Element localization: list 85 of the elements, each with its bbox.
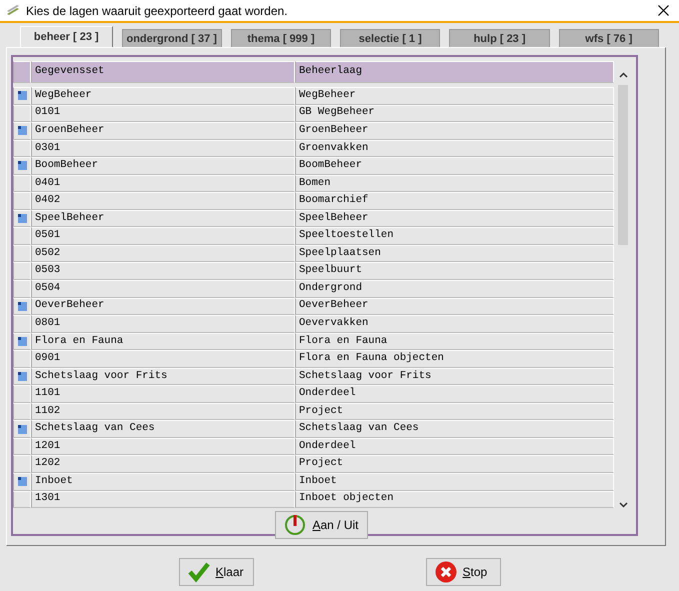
table-cell: WegBeheer xyxy=(31,87,295,105)
row-header[interactable] xyxy=(13,87,31,105)
table-cell: Flora en Fauna xyxy=(31,332,295,350)
table-cell: Inboet xyxy=(31,473,295,491)
table-cell: 0401 xyxy=(31,174,295,192)
table-cell: BoomBeheer xyxy=(295,157,614,175)
table-cell: WegBeheer xyxy=(295,87,614,105)
table-cell: SpeelBeheer xyxy=(31,210,295,228)
table-cell: 0502 xyxy=(31,244,295,262)
table-cell: GroenBeheer xyxy=(295,122,614,140)
layer-group-icon xyxy=(18,126,26,136)
row-header[interactable] xyxy=(13,157,31,175)
row-header[interactable] xyxy=(13,298,31,316)
tab[interactable]: selectie [ 1 ] xyxy=(340,29,440,47)
layer-group-icon xyxy=(18,372,26,382)
row-header[interactable] xyxy=(13,332,31,350)
row-header[interactable] xyxy=(13,210,31,228)
table-cell: Speelbuurt xyxy=(295,262,614,280)
table-cell: Oevervakken xyxy=(295,315,614,333)
column-header[interactable]: Gegevensset xyxy=(31,61,295,83)
table-cell: 1301 xyxy=(31,490,295,508)
toggle-button[interactable]: Aan / Uit xyxy=(275,511,368,540)
table-cell: SpeelBeheer xyxy=(295,210,614,228)
table-cell: Speeltoestellen xyxy=(295,227,614,245)
layer-group-icon xyxy=(18,91,26,100)
table-cell: Schetslaag van Cees xyxy=(295,420,614,438)
tab[interactable]: thema [ 999 ] xyxy=(230,29,332,47)
tab[interactable]: wfs [ 76 ] xyxy=(558,29,659,47)
scrollbar-thumb[interactable] xyxy=(618,85,628,245)
table-cell: 0101 xyxy=(31,104,295,122)
table-cell: 1102 xyxy=(31,402,295,420)
table-cell: 0504 xyxy=(31,280,295,298)
table-cell: OeverBeheer xyxy=(31,298,295,316)
table-cell: Bomen xyxy=(295,174,614,192)
row-header[interactable] xyxy=(13,122,31,140)
row-header[interactable] xyxy=(13,473,31,491)
table-cell: 1202 xyxy=(31,455,295,474)
table-cell: GroenBeheer xyxy=(31,122,295,140)
table-cell: Flora en Fauna xyxy=(295,332,614,350)
tab[interactable]: ondergrond [ 37 ] xyxy=(122,29,222,47)
table-cell: Project xyxy=(295,455,614,474)
layer-group-icon xyxy=(18,214,26,224)
row-header[interactable] xyxy=(13,420,31,438)
layer-group-icon xyxy=(18,424,26,434)
table-cell: 0301 xyxy=(31,140,295,158)
close-icon xyxy=(434,561,456,583)
layer-group-icon xyxy=(18,302,26,311)
table-cell: Project xyxy=(295,402,614,420)
stop-button[interactable]: Stop xyxy=(426,558,500,586)
table-cell: Flora en Fauna objecten xyxy=(295,350,614,368)
table-cell: Schetslaag voor Frits xyxy=(31,368,295,386)
table-cell: 0402 xyxy=(31,192,295,210)
check-icon xyxy=(188,561,210,583)
table-cell: GB WegBeheer xyxy=(295,104,614,122)
layer-group-icon xyxy=(18,161,26,170)
row-header[interactable] xyxy=(13,368,31,386)
table-cell: BoomBeheer xyxy=(31,157,295,175)
table-cell: Schetslaag van Cees xyxy=(31,420,295,438)
scroll-down-icon[interactable] xyxy=(618,502,628,508)
column-header[interactable]: Beheerlaag xyxy=(295,61,614,83)
table-cell: Onderdeel xyxy=(295,438,614,456)
layer-group-icon xyxy=(18,336,26,346)
table-cell: Boomarchief xyxy=(295,192,614,210)
table-cell: Groenvakken xyxy=(295,140,614,158)
power-icon xyxy=(284,514,306,536)
table-cell: Ondergrond xyxy=(295,280,614,298)
table-cell: Schetslaag voor Frits xyxy=(295,368,614,386)
tab[interactable]: beheer [ 23 ] xyxy=(20,26,113,47)
ok-button[interactable]: Klaar xyxy=(178,558,254,586)
tab[interactable]: hulp [ 23 ] xyxy=(449,29,550,47)
close-icon[interactable] xyxy=(658,5,669,16)
layers-icon xyxy=(6,4,20,16)
table-cell: Inboet xyxy=(295,473,614,491)
table-cell: Speelplaatsen xyxy=(295,244,614,262)
table-cell: 0801 xyxy=(31,315,295,333)
table-cell: 0503 xyxy=(31,262,295,280)
layer-group-icon xyxy=(18,477,26,486)
table-cell: 1101 xyxy=(31,385,295,403)
table-cell: Onderdeel xyxy=(295,385,614,403)
table-cell: 0901 xyxy=(31,350,295,368)
table-cell: 0501 xyxy=(31,227,295,245)
window-title: Kies de lagen waaruit geexporteerd gaat worden. xyxy=(26,2,288,20)
table-cell: Inboet objecten xyxy=(295,490,614,508)
table-cell: OeverBeheer xyxy=(295,298,614,316)
table-cell: 1201 xyxy=(31,438,295,456)
